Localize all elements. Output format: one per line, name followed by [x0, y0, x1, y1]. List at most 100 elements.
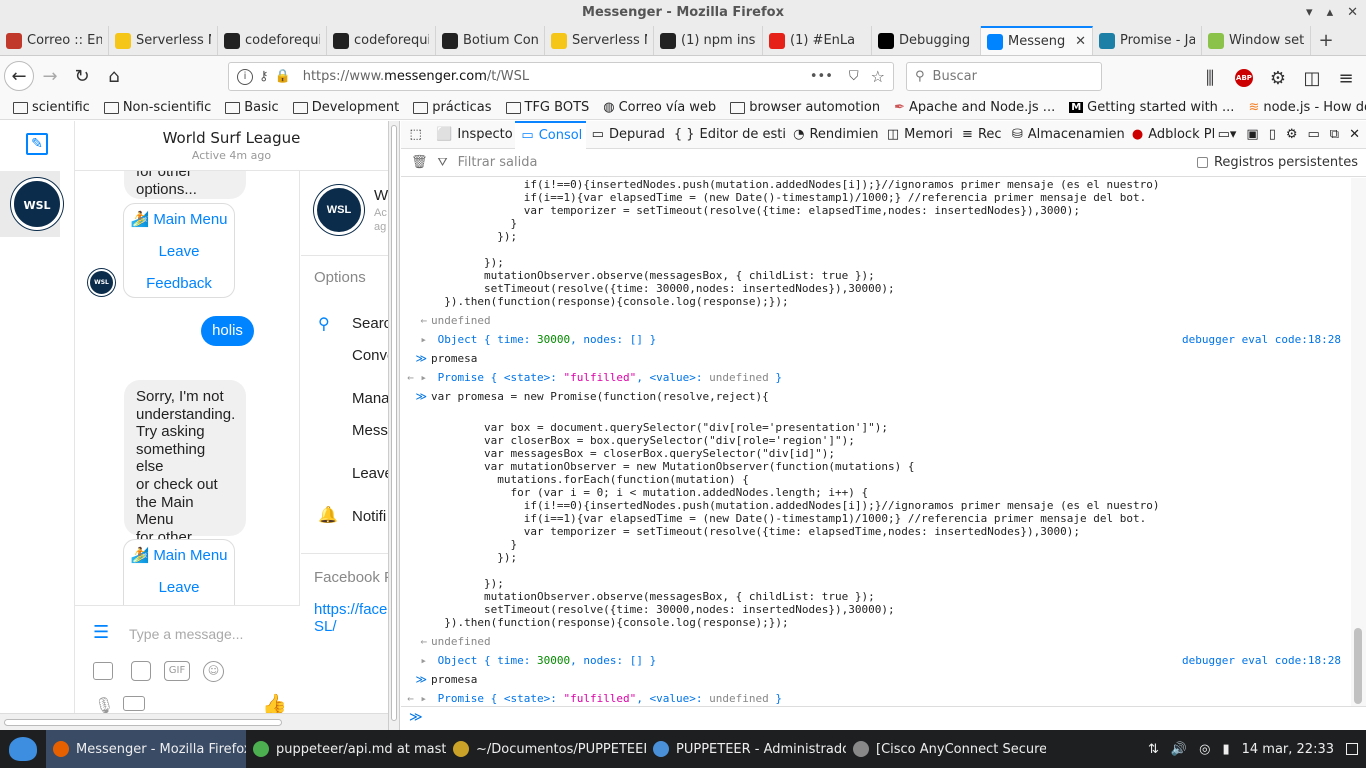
leave-button[interactable]: Leave — [124, 572, 234, 604]
source-link[interactable]: debugger eval code:18:28 — [1182, 654, 1341, 667]
facebook-link[interactable]: https://facel SL/ — [314, 601, 388, 635]
new-tab-button[interactable]: + — [1311, 26, 1341, 55]
emoji-icon[interactable]: ☺ — [203, 661, 224, 682]
option-search[interactable]: Searc — [352, 315, 388, 332]
taskbar-item[interactable]: [Cisco AnyConnect Secure M... — [846, 730, 1046, 768]
tab-10[interactable]: Promise - Ja — [1093, 26, 1202, 55]
close-tab-icon[interactable]: ✕ — [1075, 34, 1086, 49]
bookmark-item[interactable]: ≋node.js - How do I se... — [1243, 100, 1366, 115]
bookmark-item[interactable]: Basic — [220, 100, 283, 115]
bookmark-item[interactable]: M Getting started with ... — [1064, 100, 1239, 115]
minimize-icon[interactable]: ▾ — [1306, 0, 1313, 26]
search-box[interactable]: ⚲ Buscar — [906, 62, 1102, 91]
option-leave[interactable]: Leave — [352, 465, 388, 482]
settings-icon[interactable]: ⚙ — [1286, 127, 1298, 142]
facebook-link-line[interactable]: SL/ — [314, 618, 388, 635]
facebook-link-line[interactable]: https://facel — [314, 601, 388, 618]
devtools-tab-3[interactable]: { } Editor de esti — [668, 121, 787, 149]
persist-logs[interactable]: Registros persistentes — [1196, 155, 1358, 170]
clock[interactable]: 14 mar, 22:33 — [1242, 742, 1334, 757]
bookmark-item[interactable]: Non-scientific — [99, 100, 216, 115]
menu-icon[interactable]: ≡ — [1332, 62, 1360, 94]
tab-8[interactable]: Debugging N — [872, 26, 981, 55]
thread-wsl[interactable]: WSL — [0, 171, 63, 237]
maximize-icon[interactable]: ▴ — [1327, 0, 1334, 26]
url-bar[interactable]: i ⚷ 🔒 https://www.messenger.com/t/WSL ••… — [228, 62, 894, 91]
forward-button[interactable]: → — [34, 60, 66, 92]
bookmark-item[interactable]: prácticas — [408, 100, 496, 115]
option-manage[interactable]: Mana — [352, 390, 388, 407]
vpn-icon[interactable]: ◎ — [1199, 742, 1210, 757]
bookmark-item[interactable]: ◍ Correo vía web — [598, 100, 721, 115]
back-button[interactable]: ← — [4, 61, 34, 91]
leave-button[interactable]: Leave — [124, 236, 234, 268]
option-conversation[interactable]: Conve — [352, 347, 388, 364]
home-button[interactable]: ⌂ — [98, 60, 130, 92]
bookmark-item[interactable]: Development — [288, 100, 405, 115]
split-console-icon[interactable]: ▣ — [1246, 127, 1258, 142]
bookmark-star-icon[interactable]: ☆ — [871, 67, 885, 86]
adblock-icon[interactable]: ABP — [1230, 62, 1258, 94]
bookmark-item[interactable]: browser automotion — [725, 100, 885, 115]
sidebar-icon[interactable]: ◫ — [1298, 62, 1326, 94]
bookmark-item[interactable]: ✒ Apache and Node.js ... — [889, 100, 1060, 115]
taskbar-item[interactable]: ~/Documentos/PUPPETEER/i... — [446, 730, 646, 768]
horizontal-scrollbar[interactable] — [0, 713, 388, 730]
scrollbar-thumb[interactable] — [391, 125, 397, 721]
feedback-button[interactable]: Feedback — [124, 268, 234, 300]
taskbar-item[interactable]: Messenger - Mozilla Firefox — [46, 730, 246, 768]
scrollbar-thumb[interactable] — [1354, 628, 1362, 704]
compose-icon[interactable]: ✎ — [26, 133, 48, 155]
option-notifications[interactable]: Notifi — [352, 508, 386, 525]
tab-6[interactable]: (1) npm insta — [654, 26, 763, 55]
pocket-icon[interactable]: ⛉ — [849, 69, 859, 84]
main-menu-button[interactable]: 🏄 Main Menu — [124, 540, 234, 572]
gif-icon[interactable]: GIF — [164, 661, 190, 681]
devtools-tab-5[interactable]: ◫ Memori — [881, 121, 956, 149]
image-icon[interactable] — [93, 662, 113, 680]
library-icon[interactable]: ⫼ — [1196, 62, 1224, 94]
devtools-tab-7[interactable]: ⛁ Almacenamien — [1006, 121, 1126, 149]
network-icon[interactable]: ⇅ — [1148, 742, 1159, 757]
message-input[interactable]: Type a message... — [129, 626, 243, 642]
option-messages[interactable]: Mess — [352, 422, 388, 439]
taskbar-item[interactable]: PUPPETEER - Administrador ... — [646, 730, 846, 768]
start-menu-icon[interactable] — [0, 730, 46, 768]
dock-bottom-icon[interactable]: ▭ — [1308, 127, 1320, 142]
tab-3[interactable]: codeforequi — [327, 26, 436, 55]
promise-preview[interactable]: Promise { <state>: "fulfilled", <value>:… — [431, 692, 782, 705]
console-scrollbar[interactable] — [1351, 178, 1366, 706]
tab-4[interactable]: Botium Conf — [436, 26, 545, 55]
trash-icon[interactable]: 🗑 — [411, 155, 428, 170]
close-window-icon[interactable]: ✕ — [1347, 0, 1358, 26]
battery-icon[interactable]: ▮ — [1222, 742, 1229, 757]
scrollbar-thumb[interactable] — [4, 719, 282, 726]
devtools-tab-6[interactable]: ≡ Rec — [956, 121, 1006, 149]
object-preview[interactable]: Object { time: 30000, nodes: [] } — [431, 333, 657, 346]
menu-lines-icon[interactable]: ☰ — [93, 622, 109, 643]
devtools-tab-0[interactable]: ⬜ Inspecto — [430, 121, 515, 149]
tab-5[interactable]: Serverless M — [545, 26, 654, 55]
volume-icon[interactable]: 🔊 — [1171, 742, 1187, 757]
devtools-tab-4[interactable]: ◔ Rendimien — [787, 121, 881, 149]
responsive-icon[interactable]: ▯ — [1269, 127, 1276, 142]
notification-icon[interactable] — [1346, 743, 1358, 755]
info-icon[interactable]: i — [237, 68, 253, 85]
persist-checkbox[interactable] — [1196, 157, 1208, 168]
main-menu-button[interactable]: 🏄 Main Menu — [124, 204, 234, 236]
tab-1[interactable]: Serverless M — [109, 26, 218, 55]
tab-11[interactable]: Window setT — [1202, 26, 1311, 55]
tab-7[interactable]: (1) #EnLa — [763, 26, 872, 55]
page-actions-icon[interactable]: ••• — [810, 69, 833, 84]
tab-2[interactable]: codeforequi — [218, 26, 327, 55]
close-devtools-icon[interactable]: ✕ — [1349, 127, 1360, 142]
source-link[interactable]: debugger eval code:18:28 — [1182, 333, 1341, 346]
tab-9[interactable]: Messeng ✕ — [981, 26, 1093, 55]
promise-preview[interactable]: Promise { <state>: "fulfilled", <value>:… — [431, 371, 782, 384]
devtools-tab-1[interactable]: ▭ Consol — [515, 120, 586, 149]
reload-button[interactable]: ↻ — [66, 60, 98, 92]
vertical-scrollbar[interactable] — [388, 121, 400, 730]
bookmark-item[interactable]: TFG BOTS — [501, 100, 595, 115]
tab-0[interactable]: Correo :: Ent — [0, 26, 109, 55]
devtools-tab-8[interactable]: ● Adblock Pl — [1126, 121, 1218, 149]
